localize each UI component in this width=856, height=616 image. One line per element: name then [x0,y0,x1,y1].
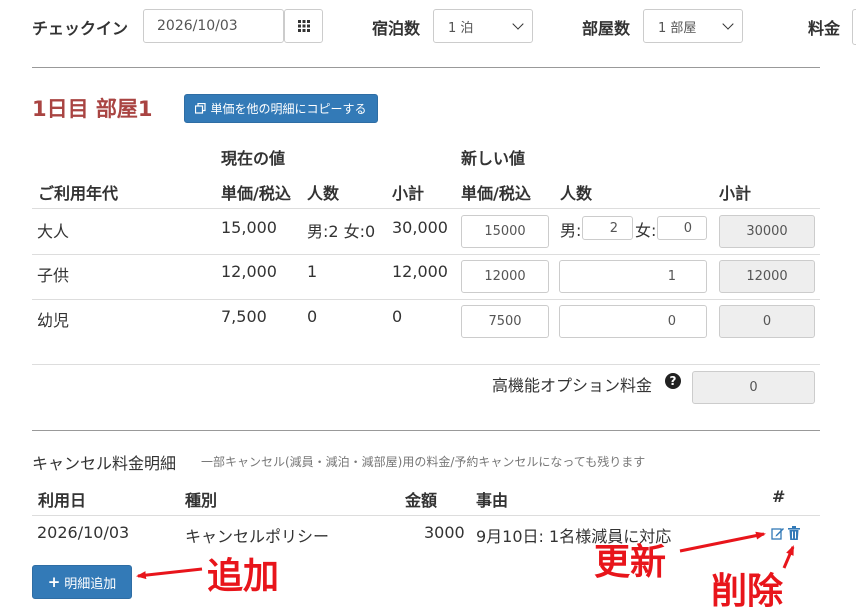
arrow-to-edit-icon [679,531,766,553]
arrow-to-delete-icon [782,545,795,569]
annotation-update: 更新 [594,542,667,583]
arrow-to-add-button [136,567,203,580]
annotation-arrows [136,531,795,580]
annotation-delete: 削除 [711,571,784,612]
annotation-add: 追加 [207,556,280,597]
